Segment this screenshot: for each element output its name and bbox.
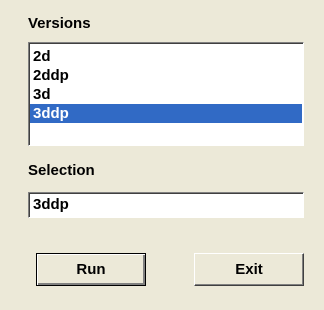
selection-label: Selection [28, 162, 95, 179]
list-item-selected[interactable]: 3ddp [30, 104, 302, 123]
list-item[interactable]: 2d [30, 47, 302, 66]
versions-label: Versions [28, 15, 91, 32]
versions-listbox[interactable]: 2d 2ddp 3d 3ddp [28, 42, 304, 146]
selection-field[interactable]: 3ddp [28, 192, 304, 218]
run-button[interactable]: Run [36, 253, 146, 286]
exit-button[interactable]: Exit [194, 253, 304, 286]
list-item[interactable]: 2ddp [30, 66, 302, 85]
list-item[interactable]: 3d [30, 85, 302, 104]
